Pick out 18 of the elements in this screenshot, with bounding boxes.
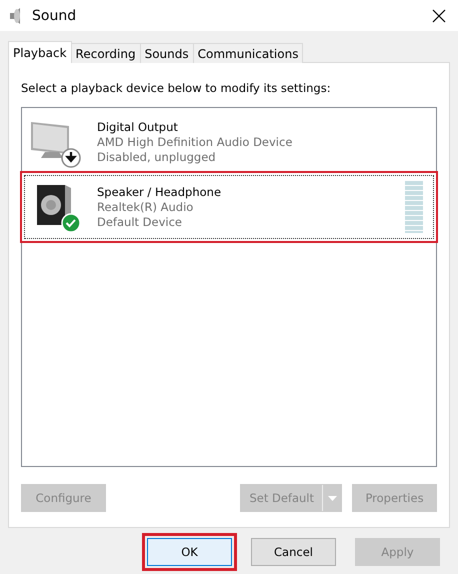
device-name: Digital Output [97, 120, 179, 134]
window-title: Sound [32, 8, 78, 24]
tab[interactable]: Sounds [140, 43, 194, 63]
instruction-text: Select a playback device below to modify its settings: [21, 81, 332, 95]
level-meter-icon [405, 181, 423, 233]
device-driver: AMD High Definition Audio Device [97, 135, 294, 149]
dialog-button[interactable]: OK [147, 538, 232, 566]
device-name: Speaker / Headphone [97, 185, 222, 199]
device-state: Default Device [97, 215, 184, 229]
caret-icon [328, 496, 336, 500]
device-state: Disabled, unplugged [97, 150, 217, 164]
tab[interactable]: Playback [8, 41, 72, 63]
device-driver: Realtek(R) Audio [97, 200, 194, 214]
tab[interactable]: Recording [70, 43, 141, 63]
tab[interactable]: Communications [192, 43, 304, 63]
close-icon [432, 8, 446, 22]
dialog-button[interactable]: Cancel [251, 538, 336, 566]
device-row[interactable]: Digital Output AMD High Definition Audio Device Disabled, unplugged [24, 110, 434, 174]
